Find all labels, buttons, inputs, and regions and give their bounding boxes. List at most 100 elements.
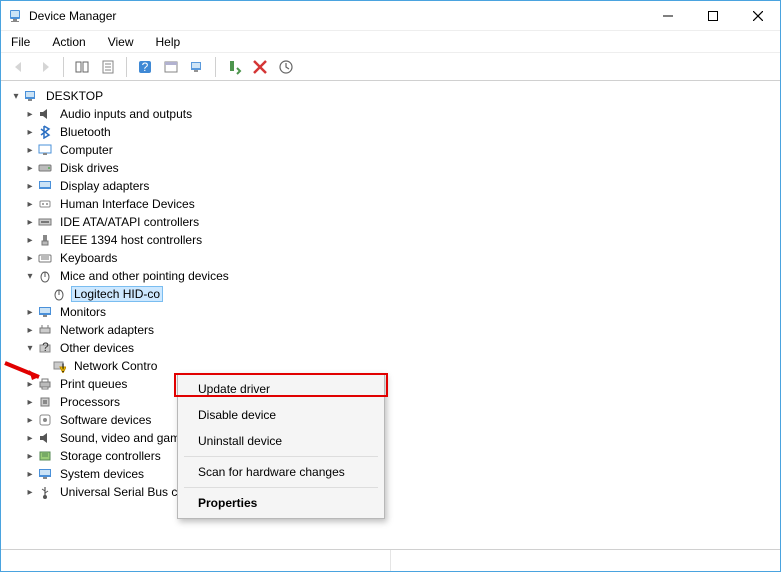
properties-icon[interactable]	[98, 57, 118, 77]
tree-node[interactable]: ▸System devices	[9, 465, 780, 483]
tree-node[interactable]: ▸Human Interface Devices	[9, 195, 780, 213]
tree-node[interactable]: ▸Display adapters	[9, 177, 780, 195]
expander-open-icon[interactable]: ▾	[23, 341, 37, 355]
expander-closed-icon[interactable]: ▸	[23, 431, 37, 445]
toolbar-separator	[126, 57, 127, 77]
minimize-button[interactable]	[645, 1, 690, 30]
ctx-separator	[184, 456, 378, 457]
sound-icon	[37, 430, 53, 446]
tree-node[interactable]: ▸Storage controllers	[9, 447, 780, 465]
uninstall-device-icon[interactable]	[250, 57, 270, 77]
expander-closed-icon[interactable]: ▸	[23, 107, 37, 121]
forward-icon[interactable]	[35, 57, 55, 77]
firewire-icon	[37, 232, 53, 248]
ctx-update-driver[interactable]: Update driver	[180, 376, 382, 402]
window-controls	[645, 1, 780, 30]
expander-closed-icon[interactable]: ▸	[23, 305, 37, 319]
back-icon[interactable]	[9, 57, 29, 77]
toolbar-separator	[63, 57, 64, 77]
tree-node[interactable]: ▸IDE ATA/ATAPI controllers	[9, 213, 780, 231]
cpu-icon	[37, 394, 53, 410]
tree-node[interactable]: ▸Sound, video and game controllers	[9, 429, 780, 447]
tree-node[interactable]: ▸Disk drives	[9, 159, 780, 177]
toolbar-separator	[215, 57, 216, 77]
show-hide-console-icon[interactable]	[72, 57, 92, 77]
expander-closed-icon[interactable]: ▸	[23, 215, 37, 229]
usb-icon	[37, 484, 53, 500]
display-icon	[37, 178, 53, 194]
tree-node[interactable]: ▸Computer	[9, 141, 780, 159]
ctx-scan-hardware[interactable]: Scan for hardware changes	[180, 459, 382, 485]
tree-node[interactable]: ▸Bluetooth	[9, 123, 780, 141]
ctx-uninstall-device[interactable]: Uninstall device	[180, 428, 382, 454]
expander-open-icon[interactable]: ▾	[9, 89, 23, 103]
computer-icon	[23, 88, 39, 104]
device-tree[interactable]: ▾ DESKTOP ▸Audio inputs and outputs ▸Blu…	[1, 81, 780, 549]
expander-closed-icon[interactable]: ▸	[23, 143, 37, 157]
titlebar: Device Manager	[1, 1, 780, 31]
tree-node-other[interactable]: ▾?Other devices	[9, 339, 780, 357]
menubar: File Action View Help	[1, 31, 780, 53]
tree-node[interactable]: ▸Universal Serial Bus controllers	[9, 483, 780, 501]
tree-node[interactable]: ▸IEEE 1394 host controllers	[9, 231, 780, 249]
expander-closed-icon[interactable]: ▸	[23, 449, 37, 463]
tree-node-network-contro[interactable]: !Network Contro	[9, 357, 780, 375]
window-title: Device Manager	[29, 9, 645, 23]
ctx-disable-device[interactable]: Disable device	[180, 402, 382, 428]
close-button[interactable]	[735, 1, 780, 30]
tree-node[interactable]: ▸Print queues	[9, 375, 780, 393]
menu-view[interactable]: View	[104, 33, 138, 51]
context-menu: Update driver Disable device Uninstall d…	[177, 373, 385, 519]
disk-icon	[37, 160, 53, 176]
toolbar: ?	[1, 53, 780, 81]
status-cell	[391, 550, 780, 571]
printer-icon	[37, 376, 53, 392]
tree-node[interactable]: ▸Keyboards	[9, 249, 780, 267]
unknown-device-icon: ?	[37, 340, 53, 356]
tree-node[interactable]: ▸Processors	[9, 393, 780, 411]
tree-root[interactable]: ▾ DESKTOP	[9, 87, 780, 105]
update-driver-icon[interactable]	[276, 57, 296, 77]
expander-closed-icon[interactable]: ▸	[23, 377, 37, 391]
svg-text:?: ?	[142, 60, 149, 74]
device-manager-window: Device Manager File Action View Help ?	[0, 0, 781, 572]
help-icon[interactable]: ?	[135, 57, 155, 77]
tree-node[interactable]: ▸Software devices	[9, 411, 780, 429]
tree-node-mice[interactable]: ▾Mice and other pointing devices	[9, 267, 780, 285]
software-icon	[37, 412, 53, 428]
maximize-button[interactable]	[690, 1, 735, 30]
enable-device-icon[interactable]	[224, 57, 244, 77]
expander-closed-icon[interactable]: ▸	[23, 197, 37, 211]
expander-closed-icon[interactable]: ▸	[23, 233, 37, 247]
expander-closed-icon[interactable]: ▸	[23, 161, 37, 175]
expander-closed-icon[interactable]: ▸	[23, 179, 37, 193]
expander-open-icon[interactable]: ▾	[23, 269, 37, 283]
keyboard-icon	[37, 250, 53, 266]
ctx-properties[interactable]: Properties	[180, 490, 382, 516]
expander-closed-icon[interactable]: ▸	[23, 413, 37, 427]
monitor-icon	[37, 304, 53, 320]
svg-text:!: !	[61, 361, 64, 373]
tree-node-logitech[interactable]: Logitech HID-co	[9, 285, 780, 303]
expander-closed-icon[interactable]: ▸	[23, 125, 37, 139]
action-icon[interactable]	[161, 57, 181, 77]
expander-closed-icon[interactable]: ▸	[23, 323, 37, 337]
statusbar	[1, 549, 780, 571]
tree-node[interactable]: ▸Audio inputs and outputs	[9, 105, 780, 123]
ide-icon	[37, 214, 53, 230]
scan-hardware-icon[interactable]	[187, 57, 207, 77]
expander-closed-icon[interactable]: ▸	[23, 467, 37, 481]
audio-icon	[37, 106, 53, 122]
menu-file[interactable]: File	[7, 33, 34, 51]
hid-icon	[37, 196, 53, 212]
tree-node[interactable]: ▸Monitors	[9, 303, 780, 321]
network-icon	[37, 322, 53, 338]
expander-closed-icon[interactable]: ▸	[23, 395, 37, 409]
menu-action[interactable]: Action	[48, 33, 89, 51]
expander-closed-icon[interactable]: ▸	[23, 251, 37, 265]
tree-node[interactable]: ▸Network adapters	[9, 321, 780, 339]
svg-text:?: ?	[42, 341, 49, 354]
tree-root-label: DESKTOP	[43, 88, 106, 104]
menu-help[interactable]: Help	[152, 33, 185, 51]
expander-closed-icon[interactable]: ▸	[23, 485, 37, 499]
